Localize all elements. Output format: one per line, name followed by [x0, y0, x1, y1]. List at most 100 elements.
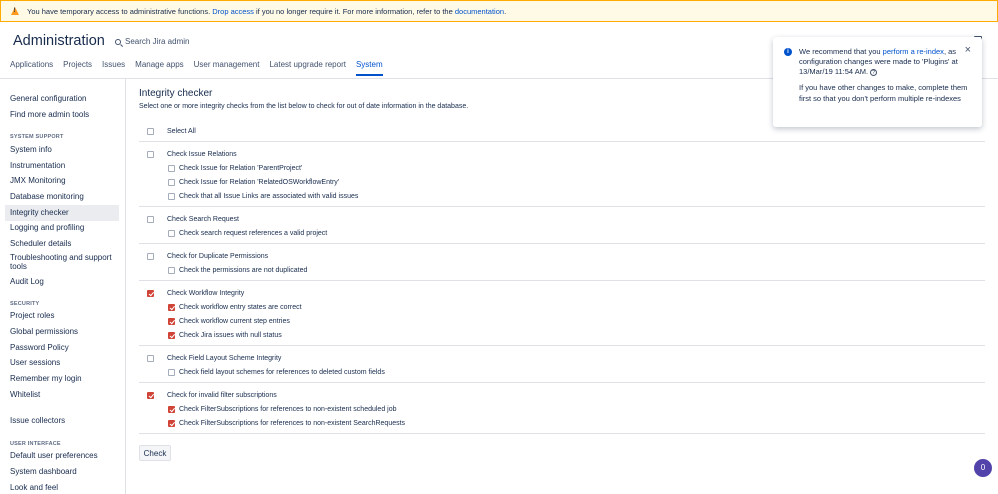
sidebar-item-general-configuration[interactable]: General configuration [0, 92, 125, 108]
flag-text-before: We recommend that you [799, 47, 883, 56]
sidebar-heading-user-interface: USER INTERFACE [10, 440, 61, 447]
check-item-row[interactable]: Check search request references a valid … [139, 226, 985, 240]
banner-text-after: . [504, 6, 507, 16]
check-item-label: Check workflow current step entries [179, 317, 290, 325]
check-item-label: Check search request references a valid … [179, 229, 328, 237]
check-item-checkbox[interactable] [168, 192, 175, 200]
tab-system[interactable]: System [355, 60, 383, 76]
check-group-row[interactable]: Check Workflow Integrity [139, 286, 985, 300]
check-item-checkbox[interactable] [168, 317, 175, 325]
select-all-checkbox[interactable] [147, 127, 154, 135]
documentation-link[interactable]: documentation [455, 7, 504, 16]
check-item-label: Check Issue for Relation 'RelatedOSWorkf… [179, 178, 340, 186]
sidebar-item-look-and-feel[interactable]: Look and feel [0, 480, 125, 494]
check-group-row[interactable]: Check for invalid filter subscriptions [139, 388, 985, 402]
check-button[interactable]: Check [139, 445, 171, 461]
check-group-checkbox[interactable] [147, 252, 154, 260]
check-item-checkbox[interactable] [168, 331, 175, 339]
page-title: Administration [13, 33, 105, 49]
sidebar: General configuration Find more admin too… [0, 79, 126, 494]
reindex-flag: i × We recommend that you perform a re-i… [773, 37, 982, 127]
check-item-checkbox[interactable] [168, 405, 175, 413]
help-icon[interactable]: ? [870, 68, 878, 76]
check-group-checkbox[interactable] [147, 150, 154, 158]
sidebar-item-default-user-preferences[interactable]: Default user preferences [0, 449, 125, 465]
check-group-label: Check Issue Relations [167, 150, 237, 158]
check-item-checkbox[interactable] [168, 419, 175, 427]
check-item-label: Check the permissions are not duplicated [179, 266, 308, 274]
check-group-checkbox[interactable] [147, 354, 154, 362]
check-group-label: Check Workflow Integrity [167, 289, 245, 297]
check-item-checkbox[interactable] [168, 229, 175, 237]
check-item-row[interactable]: Check field layout schemes for reference… [139, 365, 985, 379]
check-item-checkbox[interactable] [168, 178, 175, 186]
check-group-row[interactable]: Check Field Layout Scheme Integrity [139, 351, 985, 365]
check-item-row[interactable]: Check workflow current step entries [139, 314, 985, 328]
check-group-label: Check Field Layout Scheme Integrity [167, 354, 282, 362]
sidebar-item-instrumentation[interactable]: Instrumentation [0, 158, 125, 174]
check-item-row[interactable]: Check FilterSubscriptions for references… [139, 402, 985, 416]
sidebar-item-system-info[interactable]: System info [0, 142, 125, 158]
check-item-checkbox[interactable] [168, 368, 175, 376]
sidebar-item-logging-and-profiling[interactable]: Logging and profiling [0, 221, 125, 237]
tab-projects[interactable]: Projects [63, 60, 92, 76]
search-label: Search Jira admin [125, 37, 190, 46]
sidebar-item-user-sessions[interactable]: User sessions [0, 356, 125, 372]
banner-text-before: You have temporary access to administrat… [27, 6, 213, 16]
sidebar-item-find-more-admin-tools[interactable]: Find more admin tools [0, 108, 125, 124]
sidebar-item-remember-my-login[interactable]: Remember my login [0, 372, 125, 388]
check-group-label: Check for Duplicate Permissions [167, 252, 269, 260]
info-icon: i [784, 48, 792, 56]
check-item-row[interactable]: Check that all Issue Links are associate… [139, 189, 985, 203]
check-item-label: Check workflow entry states are correct [179, 303, 302, 311]
notification-avatar[interactable]: 0 [974, 459, 992, 477]
drop-access-link[interactable]: Drop access [212, 7, 254, 16]
check-item-checkbox[interactable] [168, 164, 175, 172]
sidebar-item-password-policy[interactable]: Password Policy [0, 340, 125, 356]
sidebar-item-jmx-monitoring[interactable]: JMX Monitoring [0, 174, 125, 190]
close-icon[interactable]: × [965, 45, 971, 56]
check-item-row[interactable]: Check Jira issues with null status [139, 328, 985, 342]
sidebar-item-system-dashboard[interactable]: System dashboard [0, 464, 125, 480]
check-item-label: Check FilterSubscriptions for references… [179, 405, 397, 413]
check-item-label: Check field layout schemes for reference… [179, 368, 385, 376]
check-group-row[interactable]: Check for Duplicate Permissions [139, 249, 985, 263]
perform-reindex-link[interactable]: perform a re-index [883, 47, 944, 56]
check-item-row[interactable]: Check Issue for Relation 'RelatedOSWorkf… [139, 175, 985, 189]
check-group-row[interactable]: Check Search Request [139, 212, 985, 226]
tab-applications[interactable]: Applications [10, 60, 53, 76]
check-item-row[interactable]: Check Issue for Relation 'ParentProject' [139, 161, 985, 175]
check-item-row[interactable]: Check workflow entry states are correct [139, 300, 985, 314]
check-group: Check Workflow Integrity Check workflow e… [139, 281, 985, 346]
tab-user-management[interactable]: User management [194, 60, 260, 76]
sidebar-item-integrity-checker[interactable]: Integrity checker [5, 205, 119, 221]
check-item-row[interactable]: Check the permissions are not duplicated [139, 263, 985, 277]
admin-tabs: Applications Projects Issues Manage apps Use… [10, 60, 393, 76]
check-item-label: Check FilterSubscriptions for references… [179, 419, 406, 427]
sidebar-item-issue-collectors[interactable]: Issue collectors [0, 414, 125, 430]
check-item-label: Check that all Issue Links are associate… [179, 192, 359, 200]
sidebar-item-troubleshooting-and-support-tools[interactable]: Troubleshooting and support tools [0, 252, 125, 274]
check-group-row[interactable]: Check Issue Relations [139, 147, 985, 161]
check-group-checkbox[interactable] [147, 391, 154, 399]
check-group: Check for Duplicate Permissions Check the… [139, 244, 985, 281]
sidebar-item-whitelist[interactable]: Whitelist [0, 387, 125, 403]
sidebar-item-database-monitoring[interactable]: Database monitoring [0, 189, 125, 205]
search-jira-admin[interactable]: Search Jira admin [115, 37, 189, 46]
check-item-row[interactable]: Check FilterSubscriptions for references… [139, 416, 985, 430]
banner-text-middle: if you no longer require it. For more in… [253, 6, 455, 16]
main-content: Integrity checker Select one or more int… [139, 88, 985, 461]
tab-issues[interactable]: Issues [102, 60, 125, 76]
sidebar-item-global-permissions[interactable]: Global permissions [0, 325, 125, 341]
sidebar-item-project-roles[interactable]: Project roles [0, 309, 125, 325]
sidebar-item-audit-log[interactable]: Audit Log [0, 274, 125, 290]
check-group-checkbox[interactable] [147, 289, 154, 297]
tab-latest-upgrade-report[interactable]: Latest upgrade report [269, 60, 346, 76]
check-item-checkbox[interactable] [168, 266, 175, 274]
sidebar-item-scheduler-details[interactable]: Scheduler details [0, 237, 125, 253]
check-group-checkbox[interactable] [147, 215, 154, 223]
check-group: Check Search Request Check search request… [139, 207, 985, 244]
tab-manage-apps[interactable]: Manage apps [135, 60, 183, 76]
check-item-checkbox[interactable] [168, 303, 175, 311]
